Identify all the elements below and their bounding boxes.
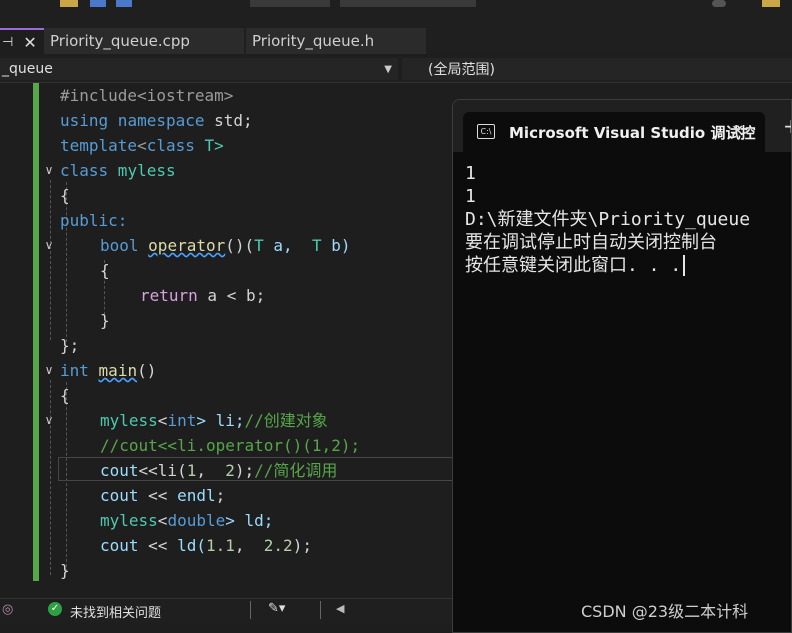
fold-guide <box>50 180 51 340</box>
fold-guide <box>50 380 51 575</box>
separator <box>250 601 251 619</box>
separator <box>320 601 321 619</box>
code-line: cout<<li(1, 2);//简化调用 <box>100 461 338 480</box>
tab-priority-queue-cpp[interactable]: Priority_queue.cpp <box>44 28 244 54</box>
copilot-icon[interactable]: ◎ <box>2 602 13 617</box>
new-tab-icon[interactable]: + <box>783 114 791 138</box>
folder-icon[interactable] <box>60 0 78 7</box>
fold-chevron-icon[interactable]: ∨ <box>42 413 56 427</box>
editor-status-bar: ◎ ✓ 未找到相关问题 ✎▾ ◀ <box>0 598 460 623</box>
scope-left-label: _queue <box>2 61 53 77</box>
code-line: int main() <box>60 361 157 380</box>
console-title: Microsoft Visual Studio 调试控 <box>509 124 756 142</box>
code-line: { <box>60 386 70 405</box>
console-output-line: 1 <box>465 163 476 184</box>
console-output-line: 按任意键关闭此窗口. . . <box>465 254 697 277</box>
tab-pin-area[interactable]: ⊣ ✕ <box>0 28 44 54</box>
tab-label: Priority_queue.h <box>252 32 375 50</box>
code-line: cout << ld(1.1, 2.2); <box>100 536 312 555</box>
close-icon[interactable]: ✕ <box>731 121 744 140</box>
console-output-line: 要在调试停止时自动关闭控制台 <box>465 232 717 253</box>
code-line: { <box>100 261 110 280</box>
code-line: //cout<<li.operator()(1,2); <box>100 436 361 455</box>
issues-status[interactable]: 未找到相关问题 <box>70 602 161 621</box>
document-tab-bar: ⊣ ✕ Priority_queue.cpp Priority_queue.h <box>0 28 792 54</box>
scope-dropdown-right[interactable]: (全局范围) <box>402 58 792 80</box>
code-line: template<class T> <box>60 136 224 155</box>
top-toolbar <box>0 0 792 29</box>
scroll-left-icon[interactable]: ◀ <box>336 602 344 615</box>
code-line: { <box>60 186 70 205</box>
config-dropdown[interactable] <box>250 0 330 7</box>
save-icon[interactable] <box>90 0 106 7</box>
close-tab-icon[interactable]: ✕ <box>23 33 36 52</box>
code-line: #include<iostream> <box>60 86 234 105</box>
brush-icon[interactable]: ✎▾ <box>268 601 285 616</box>
console-output-line: 1 <box>465 186 476 207</box>
run-icon[interactable] <box>712 0 726 7</box>
console-output-line: D:\新建文件夹\Priority_queue <box>465 209 751 230</box>
fold-chevron-icon[interactable]: ∨ <box>42 363 56 377</box>
code-line: } <box>100 311 110 330</box>
tab-label: Priority_queue.cpp <box>50 32 190 50</box>
terminal-icon: C:\ <box>477 124 495 139</box>
code-line: using namespace std; <box>60 111 253 130</box>
change-indicator-bar <box>33 83 39 581</box>
console-titlebar: C:\ Microsoft Visual Studio 调试控 ✕ + <box>453 100 791 152</box>
save-all-icon[interactable] <box>116 0 132 7</box>
code-line: cout << endl; <box>100 486 226 505</box>
code-line: }; <box>60 336 80 355</box>
watermark: CSDN @23级二本计科 <box>581 602 749 621</box>
fold-chevron-icon[interactable]: ∨ <box>42 238 56 252</box>
code-line: bool operator()(T a, T b) <box>100 236 351 255</box>
text-cursor <box>683 255 697 276</box>
scope-dropdown-left[interactable]: _queue ▼ <box>0 58 398 80</box>
chevron-down-icon[interactable]: ▼ <box>384 64 392 75</box>
navigation-bar: _queue ▼ (全局范围) <box>0 56 792 83</box>
tab-priority-queue-h[interactable]: Priority_queue.h <box>246 28 426 54</box>
extension-icon[interactable] <box>762 0 780 7</box>
debug-console-window[interactable]: C:\ Microsoft Visual Studio 调试控 ✕ + 1 1 … <box>452 99 792 633</box>
code-line: public: <box>60 211 128 230</box>
platform-dropdown[interactable] <box>340 0 476 7</box>
code-line: class myless <box>60 161 176 180</box>
code-line: myless<int> li;//创建对象 <box>100 411 328 430</box>
fold-chevron-icon[interactable]: ∨ <box>42 163 56 177</box>
check-icon: ✓ <box>48 602 62 616</box>
console-tab[interactable]: C:\ Microsoft Visual Studio 调试控 ✕ <box>463 112 765 152</box>
code-line: return a < b; <box>140 286 266 305</box>
pin-icon[interactable]: ⊣ <box>2 35 13 50</box>
code-line: } <box>60 561 70 580</box>
scope-right-label: (全局范围) <box>428 62 495 78</box>
code-line: myless<double> ld; <box>100 511 274 530</box>
